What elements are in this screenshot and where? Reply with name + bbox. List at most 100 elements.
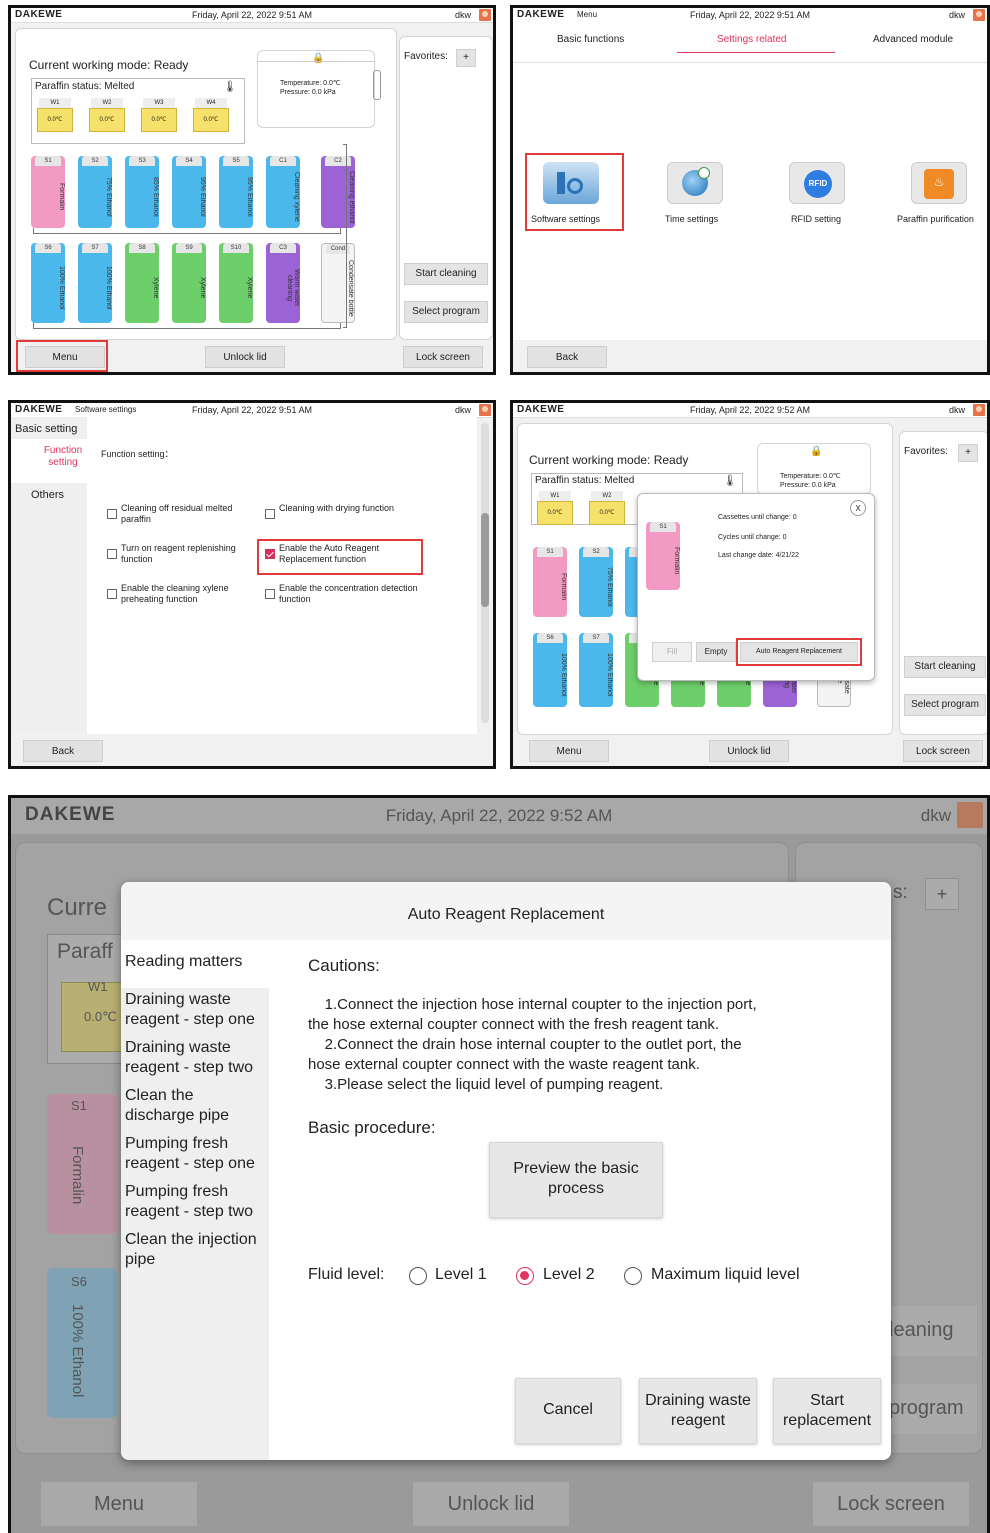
- step-item-3[interactable]: Clean the discharge pipe: [125, 1086, 267, 1126]
- option-label-4[interactable]: Enable the cleaning xylene preheating fu…: [121, 583, 257, 605]
- option-checkbox-2[interactable]: [107, 549, 117, 559]
- bottle-s8[interactable]: S8Xylene: [125, 243, 159, 323]
- avatar[interactable]: [479, 404, 491, 416]
- close-icon[interactable]: X: [850, 500, 866, 516]
- step-item-5[interactable]: Pumping fresh reagent - step two: [125, 1182, 267, 1222]
- lock-screen-button[interactable]: Lock screen: [403, 346, 483, 368]
- level-1-radio[interactable]: [409, 1267, 427, 1285]
- step-item-1[interactable]: Draining waste reagent - step one: [125, 990, 267, 1030]
- option-checkbox-5[interactable]: [265, 589, 275, 599]
- max-level-label[interactable]: Maximum liquid level: [651, 1266, 800, 1284]
- wax-w2[interactable]: W2 0.0℃: [89, 98, 125, 132]
- tab-settings-related[interactable]: Settings related: [717, 34, 787, 45]
- bottle-cond[interactable]: CondCondensate bottle: [321, 243, 355, 323]
- unlock-lid-button[interactable]: Unlock lid: [413, 1482, 569, 1526]
- bottle-c2[interactable]: C2 Cleaning ethanol: [321, 156, 355, 228]
- wax-w3[interactable]: W3 0.0℃: [141, 98, 177, 132]
- fill-button[interactable]: Fill: [652, 642, 692, 662]
- option-label-0[interactable]: Cleaning off residual melted paraffin: [121, 503, 257, 525]
- nav-basic-setting[interactable]: Basic setting: [15, 423, 77, 435]
- paraffin-heat-icon[interactable]: ♨: [911, 162, 967, 204]
- option-label-5[interactable]: Enable the concentration detection funct…: [279, 583, 429, 605]
- back-button[interactable]: Back: [527, 346, 607, 368]
- bottle-s2[interactable]: S2 75% Ethanol: [78, 156, 112, 228]
- cycles-until-change: Cycles until change: 0: [718, 534, 787, 541]
- popup-bottle: S1 Formalin: [646, 522, 680, 590]
- highlight-menu: [16, 340, 108, 372]
- option-checkbox-1[interactable]: [265, 509, 275, 519]
- time-settings-label[interactable]: Time settings: [665, 214, 718, 224]
- bottle-s7[interactable]: S7 100% Ethanol: [78, 243, 112, 323]
- avatar[interactable]: [973, 9, 985, 21]
- option-label-1[interactable]: Cleaning with drying function: [279, 503, 429, 514]
- cancel-button[interactable]: Cancel: [515, 1378, 621, 1444]
- step-item-2[interactable]: Draining waste reagent - step two: [125, 1038, 267, 1078]
- unlock-lid-button[interactable]: Unlock lid: [709, 740, 789, 762]
- start-cleaning-button[interactable]: Start cleaning: [904, 656, 986, 678]
- software-settings-panel: DAKEWE Software settings Friday, April 2…: [8, 400, 496, 769]
- pressure: Pressure: 0.0 kPa: [780, 482, 836, 489]
- avatar[interactable]: [479, 9, 491, 21]
- wax-w1[interactable]: W1 0.0℃: [37, 98, 73, 132]
- preview-process-button[interactable]: Preview the basic process: [489, 1142, 663, 1218]
- bottle-s2[interactable]: S2 75% Ethanol: [579, 547, 613, 617]
- select-program-button[interactable]: Select program: [904, 694, 986, 716]
- bottle-s10[interactable]: S10Xylene: [219, 243, 253, 323]
- caution-line-2: 2.Connect the drain hose internal coupte…: [308, 1036, 742, 1053]
- bottom-bar: Menu Unlock lid Lock screen: [11, 1464, 987, 1533]
- step-item-4[interactable]: Pumping fresh reagent - step one: [125, 1134, 267, 1174]
- nav-function-setting[interactable]: Function setting: [41, 445, 85, 469]
- start-cleaning-button[interactable]: Start cleaning: [404, 263, 488, 285]
- scrollbar-thumb[interactable]: [481, 513, 489, 607]
- step-item-0[interactable]: Reading matters: [125, 952, 267, 972]
- bottle-s9[interactable]: S9Xylene: [172, 243, 206, 323]
- step-item-6[interactable]: Clean the injection pipe: [125, 1230, 267, 1270]
- bottle-s5[interactable]: S5 95% Ethanol: [219, 156, 253, 228]
- wax-w4[interactable]: W4 0.0℃: [193, 98, 229, 132]
- bottle-s1[interactable]: S1 Formalin: [31, 156, 65, 228]
- bottle-c1[interactable]: C1 Cleaning xylene: [266, 156, 300, 228]
- datetime: Friday, April 22, 2022 9:52 AM: [385, 806, 613, 825]
- level-2-label[interactable]: Level 2: [543, 1266, 595, 1284]
- avatar[interactable]: [957, 802, 983, 828]
- globe-clock-icon[interactable]: [667, 162, 723, 204]
- wax-w1[interactable]: W1 0.0℃: [537, 491, 573, 525]
- bg-working-mode: Curre: [47, 894, 108, 921]
- cautions-title: Cautions:: [308, 956, 380, 975]
- bottle-s6[interactable]: S6 100% Ethanol: [31, 243, 65, 323]
- tab-advanced-module[interactable]: Advanced module: [873, 34, 953, 45]
- lock-screen-button[interactable]: Lock screen: [813, 1482, 969, 1526]
- add-favorite-button[interactable]: +: [958, 444, 978, 462]
- max-level-radio[interactable]: [624, 1267, 642, 1285]
- fluid-level-label: Fluid level:: [308, 1266, 385, 1283]
- tab-basic-functions[interactable]: Basic functions: [557, 34, 624, 45]
- option-checkbox-4[interactable]: [107, 589, 117, 599]
- level-2-radio[interactable]: [516, 1267, 534, 1285]
- select-program-button[interactable]: Select program: [404, 301, 488, 323]
- add-favorite-button[interactable]: +: [456, 49, 476, 67]
- bottle-s3[interactable]: S385% Ethanol: [125, 156, 159, 228]
- bottle-s4[interactable]: S4 95% Ethanol: [172, 156, 206, 228]
- avatar[interactable]: [973, 404, 985, 416]
- bottle-s1[interactable]: S1 Formalin: [533, 547, 567, 617]
- draining-waste-reagent-button[interactable]: Draining waste reagent: [639, 1378, 757, 1444]
- level-1-label[interactable]: Level 1: [435, 1266, 487, 1284]
- empty-button[interactable]: Empty: [696, 642, 736, 662]
- nav-others[interactable]: Others: [31, 489, 64, 501]
- wax-w2[interactable]: W2 0.0℃: [589, 491, 625, 525]
- lock-screen-button[interactable]: Lock screen: [903, 740, 983, 762]
- paraffin-purification-label[interactable]: Paraffin purification: [897, 214, 974, 224]
- bottle-s6[interactable]: S6 100% Ethanol: [533, 633, 567, 707]
- menu-button[interactable]: Menu: [529, 740, 609, 762]
- unlock-lid-button[interactable]: Unlock lid: [205, 346, 285, 368]
- bottle-c3[interactable]: C3Warm water cleaning: [266, 243, 300, 323]
- menu-button[interactable]: Menu: [41, 1482, 197, 1526]
- start-replacement-button[interactable]: Start replacement: [773, 1378, 881, 1444]
- option-label-2[interactable]: Turn on reagent replenishing function: [121, 543, 257, 565]
- dialog-title: Auto Reagent Replacement: [407, 906, 605, 923]
- back-button[interactable]: Back: [23, 740, 103, 762]
- rfid-icon[interactable]: RFID: [789, 162, 845, 204]
- bottle-s7[interactable]: S7 100% Ethanol: [579, 633, 613, 707]
- option-checkbox-0[interactable]: [107, 509, 117, 519]
- rfid-setting-label[interactable]: RFID setting: [791, 214, 841, 224]
